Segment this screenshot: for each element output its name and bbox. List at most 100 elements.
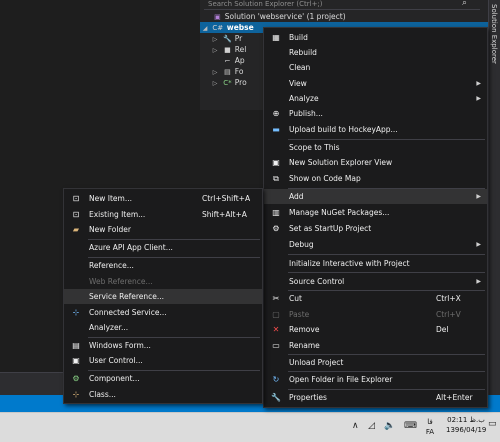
nuget-icon: ▥ bbox=[272, 208, 280, 217]
menu-item-shortcut: Ctrl+X bbox=[436, 294, 461, 303]
search-icon[interactable]: ⌕ bbox=[462, 0, 467, 8]
submenu-item-new-folder[interactable]: ▰ New Folder bbox=[64, 222, 262, 237]
menu-item-rename[interactable]: ▭ Rename bbox=[264, 338, 487, 353]
remove-icon: ✕ bbox=[272, 325, 280, 334]
menu-item-cut[interactable]: ✂ Cut Ctrl+X bbox=[264, 291, 487, 306]
menu-item-set-startup[interactable]: ⚙ Set as StartUp Project bbox=[264, 221, 487, 236]
menu-item-label: Manage NuGet Packages... bbox=[289, 208, 390, 217]
menu-item-new-solution-explorer-view[interactable]: ▣ New Solution Explorer View bbox=[264, 155, 487, 170]
menu-item-label: Source Control bbox=[289, 277, 345, 286]
submenu-item-class[interactable]: ⊹ Class... bbox=[64, 387, 262, 402]
menu-item-label: Initialize Interactive with Project bbox=[289, 259, 410, 268]
menu-item-label: Build bbox=[289, 33, 308, 42]
menu-item-label: Publish... bbox=[289, 109, 323, 118]
submenu-item-connected-service[interactable]: ⊹ Connected Service... bbox=[64, 305, 262, 320]
tree-row-solution[interactable]: ▣ Solution 'webservice' (1 project) bbox=[200, 11, 488, 22]
new-item-icon: ⊡ bbox=[72, 194, 80, 203]
menu-item-rebuild[interactable]: Rebuild bbox=[264, 45, 487, 60]
menu-separator bbox=[288, 272, 485, 273]
submenu-item-service-reference[interactable]: Service Reference... bbox=[64, 289, 262, 304]
menu-item-label: Show on Code Map bbox=[289, 174, 361, 183]
menu-item-view[interactable]: View ▶ bbox=[264, 76, 487, 91]
menu-item-label: Analyzer... bbox=[89, 323, 129, 332]
menu-item-show-on-code-map[interactable]: ⧉ Show on Code Map bbox=[264, 171, 487, 186]
submenu-item-azure-api-app-client[interactable]: Azure API App Client... bbox=[64, 240, 262, 255]
keyboard-icon[interactable]: ⌨ bbox=[404, 421, 417, 431]
submenu-item-new-item[interactable]: ⊡ New Item... Ctrl+Shift+A bbox=[64, 191, 262, 206]
chevron-up-icon[interactable]: ∧ bbox=[352, 421, 359, 431]
menu-item-clean[interactable]: Clean bbox=[264, 60, 487, 75]
notifications-icon[interactable]: ▭ bbox=[488, 419, 497, 429]
menu-item-analyze[interactable]: Analyze ▶ bbox=[264, 91, 487, 106]
menu-item-initialize-interactive[interactable]: Initialize Interactive with Project bbox=[264, 256, 487, 271]
submenu-item-windows-form[interactable]: ▤ Windows Form... bbox=[64, 338, 262, 353]
submenu-arrow-icon: ▶ bbox=[476, 241, 481, 248]
submenu-item-web-reference[interactable]: Web Reference... bbox=[64, 274, 262, 289]
menu-item-unload-project[interactable]: Unload Project bbox=[264, 355, 487, 370]
menu-item-source-control[interactable]: Source Control ▶ bbox=[264, 274, 487, 289]
paste-icon: ▢ bbox=[272, 310, 280, 319]
rename-icon: ▭ bbox=[272, 341, 280, 350]
new-folder-icon: ▰ bbox=[72, 225, 80, 234]
solution-explorer-side-tab[interactable]: Solution Explorer bbox=[490, 4, 498, 64]
menu-item-label: Rebuild bbox=[289, 48, 317, 57]
menu-item-debug[interactable]: Debug ▶ bbox=[264, 237, 487, 252]
menu-item-scope-to-this[interactable]: Scope to This bbox=[264, 140, 487, 155]
menu-item-label: Open Folder in File Explorer bbox=[289, 375, 393, 384]
connected-service-icon: ⊹ bbox=[72, 308, 80, 317]
menu-item-open-folder[interactable]: ↻ Open Folder in File Explorer bbox=[264, 372, 487, 387]
menu-item-build[interactable]: ▦ Build bbox=[264, 30, 487, 45]
menu-item-label: Class... bbox=[89, 390, 116, 399]
menu-item-shortcut: Shift+Alt+A bbox=[202, 210, 247, 219]
menu-item-label: User Control... bbox=[89, 356, 143, 365]
menu-item-label: Clean bbox=[289, 63, 311, 72]
menu-item-label: Debug bbox=[289, 240, 314, 249]
build-icon: ▦ bbox=[272, 33, 280, 42]
submenu-item-user-control[interactable]: ▣ User Control... bbox=[64, 353, 262, 368]
language-indicator[interactable]: فا FA bbox=[424, 417, 436, 437]
properties-icon: 🔧 bbox=[271, 393, 281, 402]
language-label: FA bbox=[425, 428, 435, 436]
menu-item-label: Service Reference... bbox=[89, 292, 165, 301]
component-icon: ⚙ bbox=[72, 374, 80, 383]
menu-item-shortcut: Del bbox=[436, 325, 449, 334]
clock[interactable]: 02:11 ب.ظ 1396/04/19 bbox=[446, 415, 486, 435]
publish-icon: ⊕ bbox=[272, 109, 280, 118]
tree-item-label: Pr bbox=[234, 34, 243, 43]
menu-item-upload-hockeyapp[interactable]: ▬ Upload build to HockeyApp... bbox=[264, 122, 487, 137]
open-folder-icon: ↻ bbox=[272, 375, 280, 384]
submenu-item-analyzer[interactable]: Analyzer... bbox=[64, 320, 262, 335]
collapsed-arrow-icon[interactable]: ▷ bbox=[210, 78, 220, 89]
menu-item-label: View bbox=[289, 79, 307, 88]
submenu-item-existing-item[interactable]: ⊡ Existing Item... Shift+Alt+A bbox=[64, 207, 262, 222]
submenu-item-component[interactable]: ⚙ Component... bbox=[64, 371, 262, 386]
menu-item-label: New Folder bbox=[89, 225, 131, 234]
solution-label: Solution 'webservice' (1 project) bbox=[224, 12, 346, 21]
menu-item-remove[interactable]: ✕ Remove Del bbox=[264, 322, 487, 337]
menu-item-label: Unload Project bbox=[289, 358, 344, 367]
solution-explorer-search-input[interactable]: Search Solution Explorer (Ctrl+;) bbox=[204, 0, 480, 10]
menu-item-add[interactable]: Add ▶ bbox=[264, 189, 487, 204]
tree-item-label: Rel bbox=[234, 45, 247, 54]
submenu-item-reference[interactable]: Reference... bbox=[64, 258, 262, 273]
network-icon[interactable]: ◿ bbox=[368, 421, 375, 431]
project-context-menu: ▦ Build Rebuild Clean View ▶ Analyze ▶ ⊕… bbox=[263, 27, 488, 408]
menu-item-label: Existing Item... bbox=[89, 210, 146, 219]
menu-item-publish[interactable]: ⊕ Publish... bbox=[264, 106, 487, 121]
clock-date: 1396/04/19 bbox=[446, 426, 487, 434]
menu-item-label: Scope to This bbox=[289, 143, 340, 152]
menu-item-paste[interactable]: ▢ Paste Ctrl+V bbox=[264, 307, 487, 322]
submenu-arrow-icon: ▶ bbox=[476, 278, 481, 285]
menu-item-manage-nuget[interactable]: ▥ Manage NuGet Packages... bbox=[264, 205, 487, 220]
menu-item-label: Properties bbox=[289, 393, 327, 402]
hockeyapp-icon: ▬ bbox=[272, 125, 280, 134]
existing-item-icon: ⊡ bbox=[72, 210, 80, 219]
tree-item-label: Fo bbox=[234, 67, 244, 76]
submenu-arrow-icon: ▶ bbox=[476, 193, 481, 200]
volume-icon[interactable]: 🔈 bbox=[384, 421, 395, 431]
menu-item-shortcut: Ctrl+Shift+A bbox=[202, 194, 251, 203]
menu-item-shortcut: Alt+Enter bbox=[436, 393, 473, 402]
menu-item-properties[interactable]: 🔧 Properties Alt+Enter bbox=[264, 390, 487, 405]
class-icon: ⊹ bbox=[72, 390, 80, 399]
tree-item-label: Pro bbox=[234, 78, 247, 87]
